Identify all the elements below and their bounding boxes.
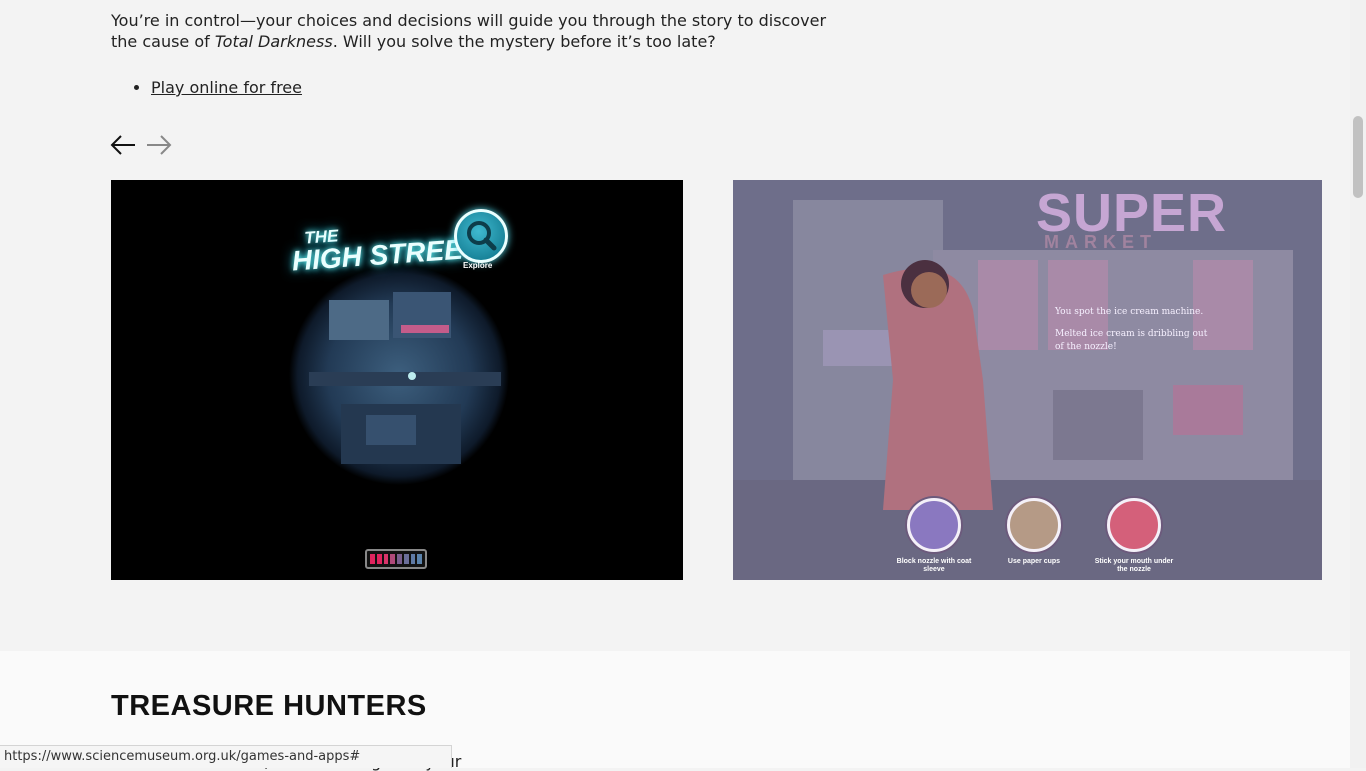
choice-paper-cups[interactable]: Use paper cups — [989, 498, 1079, 566]
play-online-link[interactable]: Play online for free — [151, 78, 302, 97]
story-line-2: Melted ice cream is dribbling out of the… — [1055, 329, 1208, 352]
cup-icon — [1007, 498, 1061, 552]
story-line-1: You spot the ice cream machine. — [1055, 307, 1204, 317]
battery-segment — [410, 554, 416, 564]
page: You’re in control—your choices and decis… — [0, 0, 1350, 771]
carousel-slide-high-street[interactable]: THE HIGH STREET Explore — [111, 180, 683, 580]
choice-label: Use paper cups — [1007, 558, 1061, 565]
battery-segment — [383, 554, 389, 564]
scrollbar-thumb[interactable] — [1353, 116, 1363, 198]
battery-meter — [365, 549, 427, 569]
battery-segment — [390, 554, 395, 564]
choice-label: Block nozzle with coat sleeve — [896, 558, 972, 573]
section-title: TREASURE HUNTERS — [111, 690, 427, 722]
battery-segment — [370, 554, 375, 564]
link-list: Play online for free — [111, 78, 302, 97]
battery-segment — [417, 554, 422, 564]
arrow-right-icon[interactable] — [146, 133, 172, 157]
list-item: Play online for free — [151, 78, 302, 97]
carousel-slide-supermarket[interactable]: SUPER MARKET You spot the ice cream mach… — [733, 180, 1322, 580]
battery-segment — [403, 554, 409, 564]
battery-segment — [397, 554, 402, 564]
choice-coat-sleeve[interactable]: Block nozzle with coat sleeve — [889, 498, 979, 574]
game-title-emphasis: Total Darkness — [214, 32, 333, 51]
carousel-nav — [110, 133, 172, 157]
supermarket-subsign: MARKET — [1044, 232, 1157, 252]
battery-segment — [376, 554, 382, 564]
mouth-icon — [1107, 498, 1161, 552]
choice-mouth-under-nozzle[interactable]: Stick your mouth under the nozzle — [1089, 498, 1179, 574]
choice-label: Stick your mouth under the nozzle — [1094, 558, 1174, 573]
status-bar-url: https://www.sciencemuseum.org.uk/games-a… — [0, 745, 452, 768]
magnifier-icon[interactable] — [454, 209, 508, 263]
intro-paragraph: You’re in control—your choices and decis… — [111, 10, 851, 52]
story-text: You spot the ice cream machine. Melted i… — [1055, 306, 1215, 354]
page-scrollbar[interactable] — [1350, 0, 1366, 768]
explore-label: Explore — [463, 261, 493, 270]
intro-text-part2: . Will you solve the mystery before it’s… — [332, 32, 716, 51]
arrow-left-icon[interactable] — [110, 133, 136, 157]
coat-icon — [907, 498, 961, 552]
